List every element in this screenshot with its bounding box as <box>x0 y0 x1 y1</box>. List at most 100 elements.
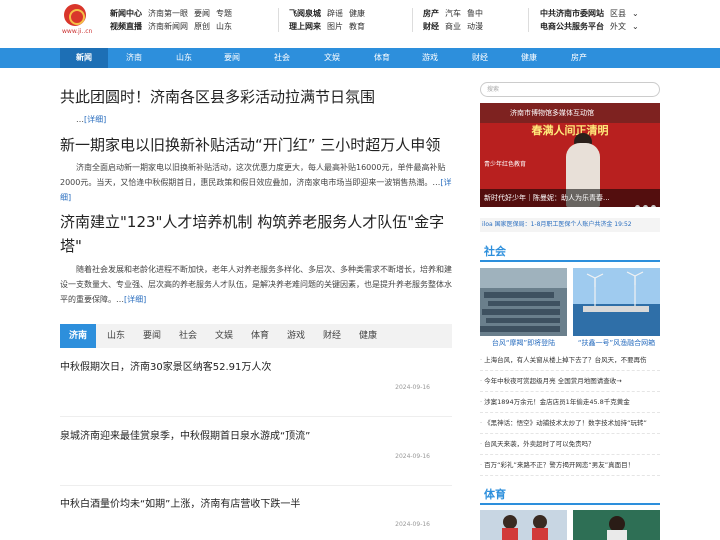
chevron-down-icon: ⌄ <box>632 9 639 18</box>
headline-title[interactable]: 共此团圆时！济南各区县多彩活动拉满节日氛围 <box>60 86 452 108</box>
topnav-link[interactable]: 新闻中心 <box>110 7 142 20</box>
carousel-dots[interactable] <box>632 195 656 207</box>
thumbnail-sports-2[interactable] <box>573 510 660 540</box>
thumbnail-caption[interactable]: 台风“摩羯”即将登陆 <box>480 338 567 348</box>
topnav-link[interactable]: 济南新闻网 <box>148 20 188 33</box>
topnav-link[interactable]: 济南第一眼 <box>148 7 188 20</box>
headline-summary: … <box>76 115 84 124</box>
nav-item-health[interactable]: 健康 <box>505 48 553 68</box>
tab-society[interactable]: 社会 <box>170 324 206 348</box>
headline-2: 新一期家电以旧换新补贴活动“开门红” 三小时超万人申领 济南全面启动新一期家电以… <box>60 134 452 205</box>
news-title[interactable]: 中秋白酒量价均未“如期”上涨，济南有店营收下跌一半 <box>60 495 452 510</box>
list-item[interactable]: 台风天来袭，外卖超时了可以免责吗？ <box>480 434 660 455</box>
topnav-link[interactable]: 理上网来 <box>289 20 321 33</box>
section-header-sports: 体育 <box>480 483 660 505</box>
thumbnail-typhoon[interactable] <box>480 268 567 336</box>
topnav-link[interactable]: 商业 <box>445 20 461 33</box>
tab-finance[interactable]: 财经 <box>314 324 350 348</box>
thumbnail-offshore[interactable] <box>573 268 660 336</box>
list-item: 中秋假期次日，济南30家景区纳客52.91万人次 2024-09-16 <box>60 358 452 418</box>
topnav-link[interactable]: 专题 <box>216 7 232 20</box>
topnav-link[interactable]: 视频直播 <box>110 20 142 33</box>
section-title[interactable]: 社会 <box>480 245 506 258</box>
site-logo[interactable]: www.ji..cn <box>62 4 93 40</box>
district-dropdown[interactable]: 区县 <box>610 7 626 20</box>
nav-item-headlines[interactable]: 要闻 <box>208 48 256 68</box>
topnav-col2: 飞阅泉城 辟谣 健康 理上网来 图片 教育 <box>289 7 371 33</box>
topnav-link[interactable]: 房产 <box>423 7 439 20</box>
list-item: 泉城济南迎来最佳赏泉季，中秋假期首日泉水游成“顶流” 2024-09-16 <box>60 427 452 487</box>
topnav-link[interactable]: 财经 <box>423 20 439 33</box>
list-item: 中秋白酒量价均未“如期”上涨，济南有店营收下跌一半 2024-09-16 <box>60 495 452 540</box>
tab-jinan[interactable]: 济南 <box>60 324 96 348</box>
featured-carousel[interactable]: 济南市博物馆多媒体互动馆 春满人间正清明 青少年红色教育 新时代好少年｜陈曼妮：… <box>480 103 660 207</box>
list-item[interactable]: 上海台风，有人关窗从楼上掉下去了？台风天，不要再伤 <box>480 350 660 371</box>
topnav-link[interactable]: 鲁中 <box>467 7 483 20</box>
topnav-link[interactable]: 汽车 <box>445 7 461 20</box>
divider <box>278 8 279 32</box>
tab-sports[interactable]: 体育 <box>242 324 278 348</box>
nav-item-news[interactable]: 新闻 <box>60 48 108 68</box>
thumbnail-sports-1[interactable] <box>480 510 567 540</box>
tab-shandong[interactable]: 山东 <box>98 324 134 348</box>
topnav-link[interactable]: 图片 <box>327 20 343 33</box>
top-header: www.ji..cn 新闻中心 济南第一眼 要闻 专题 视频直播 济南新闻网 原创 山东 飞… <box>0 0 720 46</box>
topnav-link[interactable]: 教育 <box>349 20 365 33</box>
headline-title[interactable]: 济南建立"123"人才培养机制 构筑养老服务人才队伍"金字塔" <box>60 210 452 258</box>
detail-link[interactable]: [详细] <box>124 295 146 304</box>
news-date: 2024-09-16 <box>395 453 430 460</box>
list-item[interactable]: 百万“彩礼”来路不正？警方揭开网恋“男友”真面目！ <box>480 455 660 476</box>
main-nav: 新闻 济南 山东 要闻 社会 文娱 体育 游戏 财经 健康 房产 <box>0 48 720 68</box>
language-dropdown[interactable]: 外文 <box>610 20 626 33</box>
nav-item-jinan[interactable]: 济南 <box>110 48 158 68</box>
tab-health[interactable]: 健康 <box>350 324 386 348</box>
topnav-link[interactable]: 要闻 <box>194 7 210 20</box>
topnav-link[interactable]: 健康 <box>349 7 365 20</box>
topnav-link[interactable]: 电商公共服务平台 <box>540 20 604 33</box>
headline-title[interactable]: 新一期家电以旧换新补贴活动“开门红” 三小时超万人申领 <box>60 134 452 156</box>
category-tabs: 济南 山东 要闻 社会 文娱 体育 游戏 财经 健康 <box>60 324 452 348</box>
tab-games[interactable]: 游戏 <box>278 324 314 348</box>
topnav-link[interactable]: 原创 <box>194 20 210 33</box>
topnav-col4: 中共济南市委网站 区县 ⌄ 电商公共服务平台 外文 ⌄ <box>540 7 645 33</box>
society-list: 上海台风，有人关窗从楼上掉下去了？台风天，不要再伤 今年中秋夜可赏超级月亮 全国… <box>480 350 660 476</box>
banner-subtext: 青少年红色教育 <box>484 161 527 168</box>
detail-link[interactable]: [详细] <box>84 115 106 124</box>
topnav-link[interactable]: 中共济南市委网站 <box>540 7 604 20</box>
nav-item-entertainment[interactable]: 文娱 <box>308 48 356 68</box>
banner-roof: 济南市博物馆多媒体互动馆 <box>480 103 660 123</box>
section-header-society: 社会 <box>480 240 660 262</box>
divider <box>60 416 452 417</box>
headline-summary: 济南全面启动新一期家电以旧换新补贴活动，这次优惠力度更大，每人最高补贴16000… <box>60 163 446 187</box>
nav-item-realestate[interactable]: 房产 <box>555 48 603 68</box>
logo-emblem-icon <box>64 4 86 26</box>
section-title[interactable]: 体育 <box>480 488 506 501</box>
nav-item-sports[interactable]: 体育 <box>358 48 406 68</box>
news-ticker[interactable]: iloa 国家医保局：1-8月职工医保个人账户共济金 19:52 <box>480 218 660 232</box>
topnav-col3: 房产 汽车 鲁中 财经 商业 动漫 <box>423 7 489 33</box>
news-date: 2024-09-16 <box>395 521 430 528</box>
search-input[interactable]: 搜索 <box>480 82 660 97</box>
topnav-link[interactable]: 辟谣 <box>327 7 343 20</box>
news-title[interactable]: 泉城济南迎来最佳赏泉季，中秋假期首日泉水游成“顶流” <box>60 427 452 442</box>
list-item[interactable]: 今年中秋夜可赏超级月亮 全国赏月地图请查收→ <box>480 371 660 392</box>
divider <box>412 8 413 32</box>
tab-entertainment[interactable]: 文娱 <box>206 324 242 348</box>
divider <box>60 485 452 486</box>
topnav-link[interactable]: 飞阅泉城 <box>289 7 321 20</box>
list-item[interactable]: 涉案1894万余元！金店店员1年偷走45.8千克黄金 <box>480 392 660 413</box>
topnav-link[interactable]: 动漫 <box>467 20 483 33</box>
news-date: 2024-09-16 <box>395 384 430 391</box>
thumbnail-caption[interactable]: “扶鑫一号”风渔融合网箱 <box>573 338 660 348</box>
nav-item-games[interactable]: 游戏 <box>406 48 454 68</box>
logo-subtext: www.ji..cn <box>62 28 93 35</box>
nav-item-society[interactable]: 社会 <box>258 48 306 68</box>
tab-headlines[interactable]: 要闻 <box>134 324 170 348</box>
list-item[interactable]: 《黑神话：悟空》动捕技术太炒了！数字技术加持“玩转” <box>480 413 660 434</box>
topnav-link[interactable]: 山东 <box>216 20 232 33</box>
headline-summary: 随着社会发展和老龄化进程不断加快，老年人对养老服务多样化、多层次、多种类需求不断… <box>60 265 452 304</box>
news-title[interactable]: 中秋假期次日，济南30家景区纳客52.91万人次 <box>60 358 452 373</box>
nav-item-shandong[interactable]: 山东 <box>160 48 208 68</box>
divider <box>528 8 529 32</box>
nav-item-finance[interactable]: 财经 <box>456 48 504 68</box>
